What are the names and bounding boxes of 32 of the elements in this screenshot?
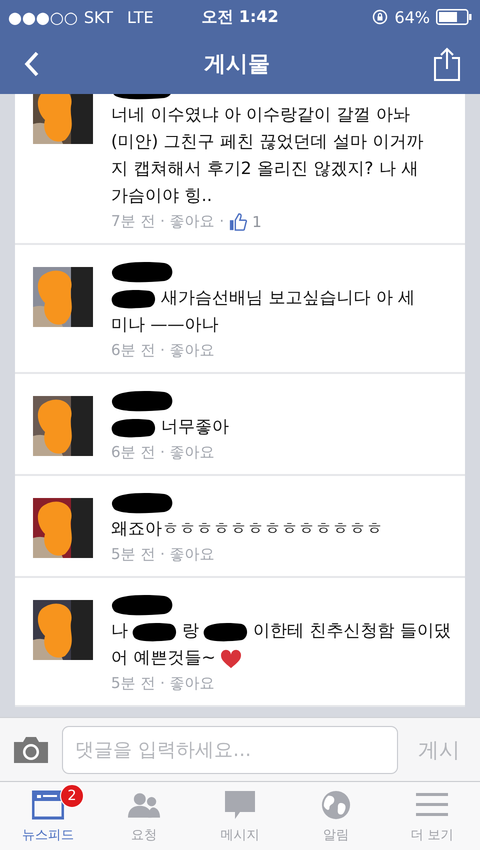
- notification-badge: 2: [60, 784, 84, 808]
- comment-text: 나: [111, 620, 128, 643]
- comment-input[interactable]: 댓글을 입력하세요...: [62, 726, 398, 774]
- comment-text: 가슴이야 힝..: [111, 185, 212, 208]
- battery-percent: 64%: [394, 8, 430, 26]
- comment-text: 랑: [182, 620, 199, 643]
- carrier-name: SKT: [84, 8, 113, 26]
- comment-meta: 5분 전 · 좋아요: [111, 674, 215, 693]
- comment-text: 미나 ——아나: [111, 314, 218, 337]
- comment-text: (미안) 그친구 페친 끊었던데 설마 이거까: [111, 131, 424, 154]
- comment-meta: 6분 전 · 좋아요: [111, 443, 215, 462]
- comment-text: 왜죠아ㅎㅎㅎㅎㅎㅎㅎㅎㅎㅎㅎㅎㅎ: [111, 518, 383, 541]
- comment-meta: 7분 전 · 좋아요 ·: [111, 212, 224, 231]
- signal-dots: ●●●○○: [8, 8, 78, 26]
- tab-item[interactable]: 요청: [96, 782, 192, 850]
- comment-text: 너무좋아: [161, 416, 229, 439]
- page-title: 게시물: [204, 51, 270, 79]
- network-type: LTE: [127, 8, 154, 26]
- comment-text: 너네 이수였냐 아 이수랑같이 갈껄 아놔: [111, 104, 410, 127]
- post-button[interactable]: 게시: [410, 736, 468, 764]
- comment-text: 지 캡쳐해서 후기2 올리진 않겠지? 나 새: [111, 158, 418, 181]
- tab-item[interactable]: 더 보기: [384, 782, 480, 850]
- clock: 오전 1:42: [201, 6, 279, 28]
- tab-item[interactable]: 2 뉴스피드: [0, 782, 96, 850]
- tab-item[interactable]: 알림: [288, 782, 384, 850]
- tab-item[interactable]: 메시지: [192, 782, 288, 850]
- comment-text: 이한테 친추신청함 들이댔: [253, 620, 451, 643]
- comment-text: 어 예쁜것들~: [111, 647, 216, 670]
- comment-text: 새가슴선배님 보고싶습니다 아 세: [161, 287, 416, 310]
- comment-meta: 5분 전 · 좋아요: [111, 545, 215, 564]
- comment-meta: 6분 전 · 좋아요: [111, 341, 215, 360]
- like-count: 1: [252, 212, 262, 230]
